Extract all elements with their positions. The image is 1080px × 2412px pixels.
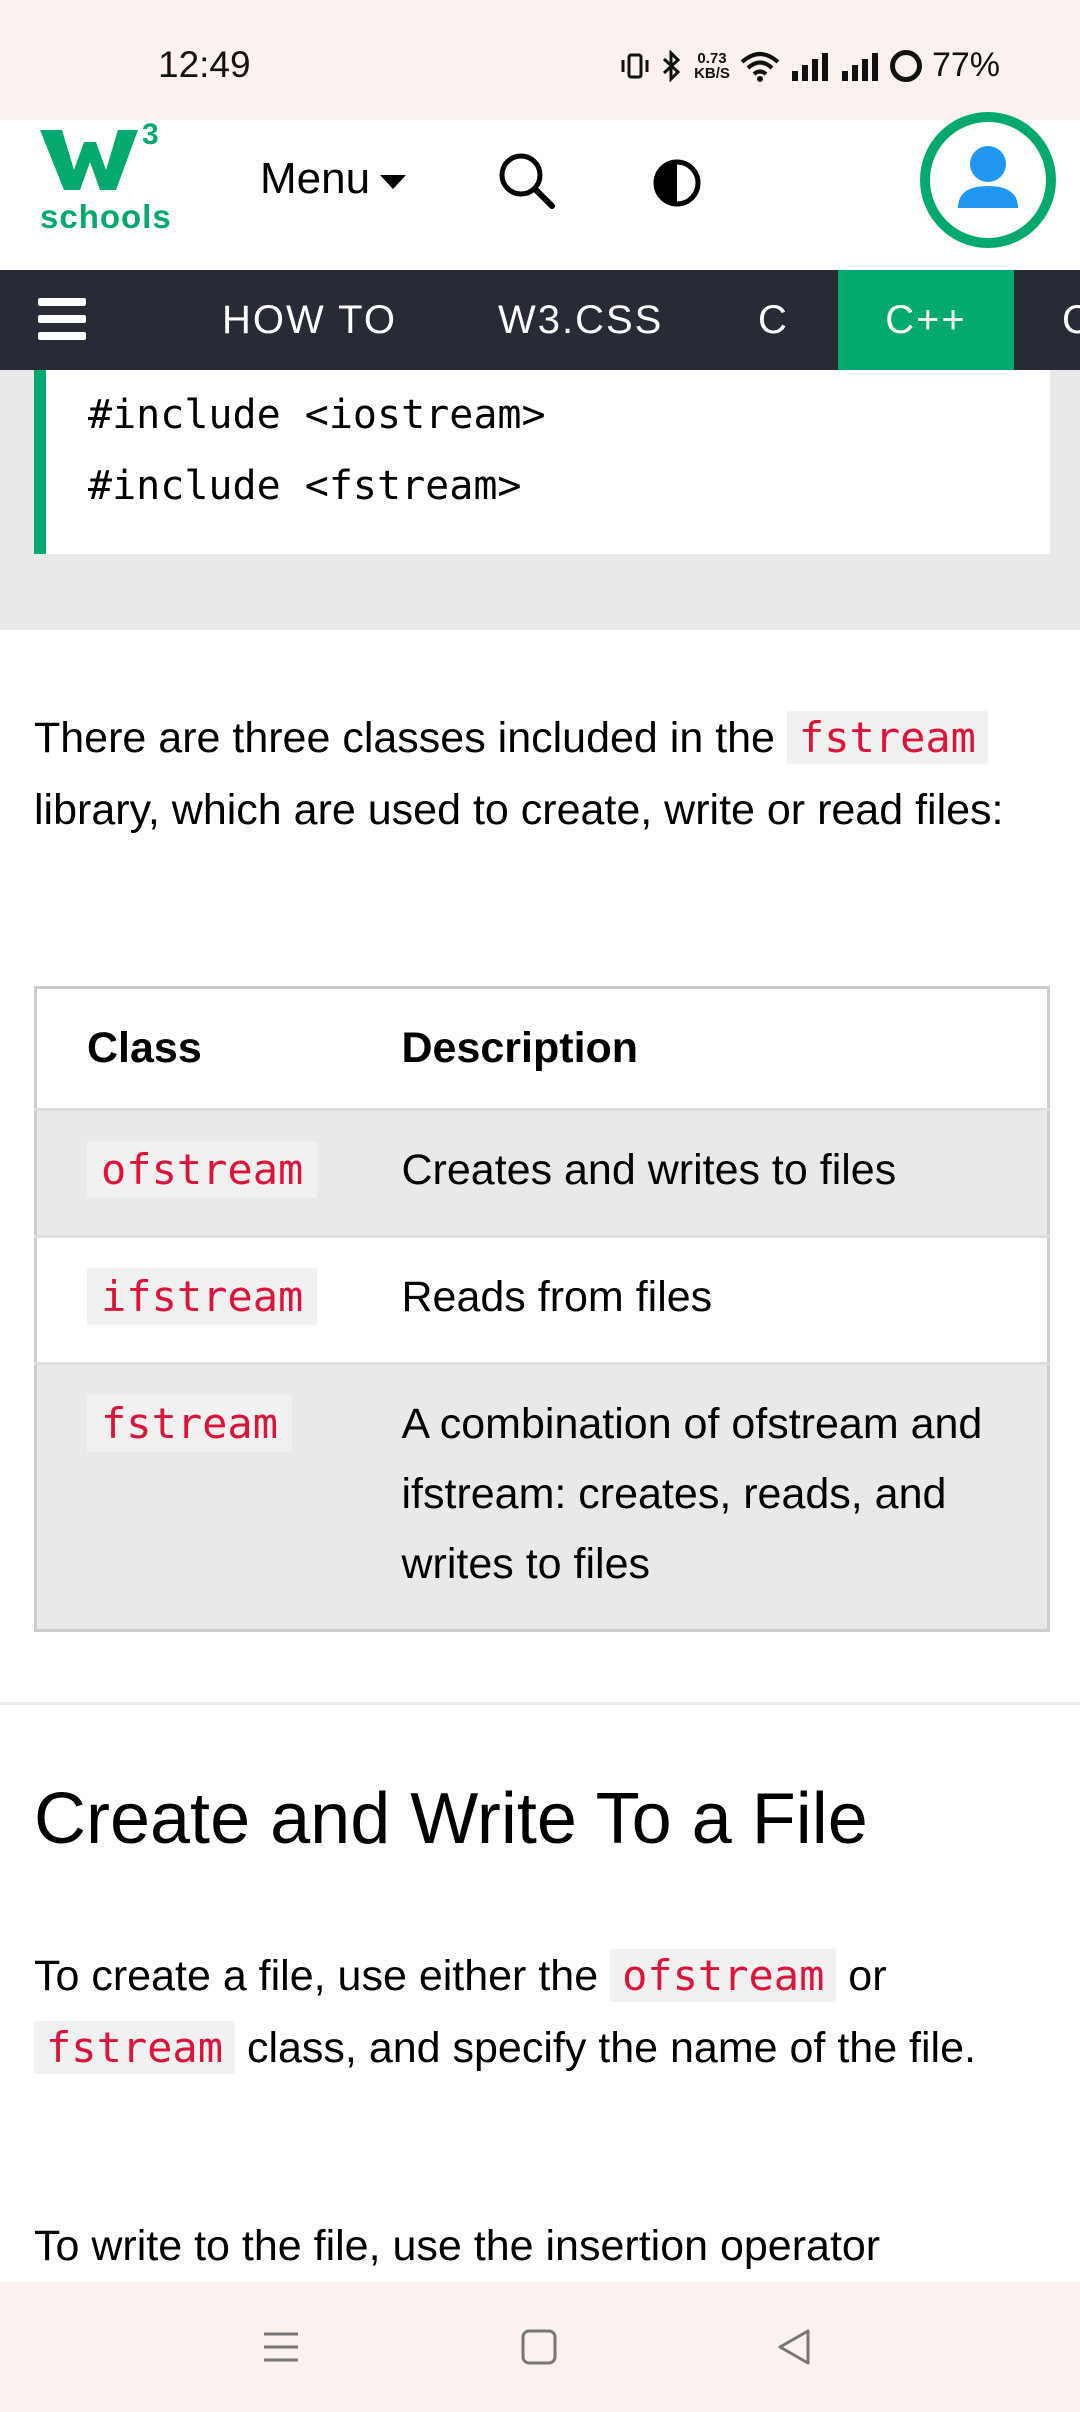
table-cell-class: fstream <box>35 1362 374 1631</box>
system-navigation-bar <box>0 2282 1080 2412</box>
topic-navbar: HOW TO W3.CSS C C++ C <box>0 270 1080 370</box>
menu-label: Menu <box>260 154 371 203</box>
table-cell-class: ofstream <box>35 1108 374 1237</box>
w3schools-logo[interactable]: 3 schools <box>38 118 171 240</box>
vibrate-icon <box>620 51 650 81</box>
table-header-description: Description <box>373 987 1049 1110</box>
caret-down-icon <box>380 175 407 189</box>
wifi-icon <box>740 50 780 82</box>
table-cell-class: ifstream <box>35 1235 374 1364</box>
back-triangle-icon <box>778 2329 810 2365</box>
logo-superscript: 3 <box>142 120 159 151</box>
table-header-row: Class Description <box>35 987 1049 1110</box>
para1-text-c: class, and specify the name of the file. <box>235 2024 976 2072</box>
inline-code-fstream: fstream <box>34 2021 236 2074</box>
fstream-classes-table: Class Description ofstream Creates and w… <box>34 986 1050 1632</box>
table-cell-description: Reads from files <box>373 1235 1049 1364</box>
table-row: ofstream Creates and writes to files <box>35 1108 1049 1237</box>
table-row: ifstream Reads from files <box>35 1235 1049 1364</box>
hamburger-menu-icon[interactable] <box>38 298 86 340</box>
section-heading: Create and Write To a File <box>34 1779 868 1859</box>
battery-level: 77% <box>931 46 1000 84</box>
inline-code-ofstream: ofstream <box>610 1949 837 2002</box>
inline-code-class: ifstream <box>87 1268 318 1325</box>
network-speed-value: 0.73 <box>697 49 727 67</box>
nav-item-c[interactable]: C <box>758 270 789 370</box>
status-time: 12:49 <box>158 44 251 85</box>
menu-button[interactable]: Menu <box>260 154 407 204</box>
intro-text-before: There are three classes included in the <box>34 714 787 762</box>
back-button[interactable] <box>770 2322 820 2372</box>
inline-code-class: ofstream <box>87 1141 318 1198</box>
nav-item-cpp[interactable]: C++ <box>838 270 1014 370</box>
table-row: fstream A combination of ofstream and if… <box>35 1362 1049 1631</box>
bluetooth-icon <box>660 49 684 82</box>
w3-logo-mark-icon: 3 <box>40 118 159 190</box>
code-line: #include <fstream> <box>88 463 522 509</box>
logo-text: schools <box>40 198 172 235</box>
menu-lines-icon <box>264 2332 298 2362</box>
nav-item-howto[interactable]: HOW TO <box>222 270 397 370</box>
contrast-toggle-button[interactable] <box>652 158 702 208</box>
nav-item-w3css[interactable]: W3.CSS <box>498 270 663 370</box>
para1-text-a: To create a file, use either the <box>34 1952 611 2000</box>
user-avatar-button[interactable] <box>920 112 1056 248</box>
inline-code-fstream: fstream <box>786 711 988 764</box>
intro-paragraph: There are three classes included in the … <box>34 702 1044 846</box>
network-speed-unit: KB/S <box>694 64 730 82</box>
inline-code-class: fstream <box>87 1395 293 1452</box>
network-speed: 0.73 KB/S <box>694 51 730 81</box>
table-cell-description: A combination of ofstream and ifstream: … <box>373 1362 1049 1631</box>
recent-apps-button[interactable] <box>256 2322 306 2372</box>
section-paragraph-1: To create a file, use either the ofstrea… <box>34 1940 1044 2084</box>
square-home-icon <box>521 2329 557 2365</box>
search-icon <box>499 153 555 209</box>
code-block: #include <iostream> #include <fstream> <box>34 370 1050 554</box>
status-bar: 12:49 0.73 KB/S 77% <box>0 0 1080 120</box>
section-paragraph-2: To write to the file, use the insertion … <box>34 2222 881 2270</box>
home-button[interactable] <box>514 2322 564 2372</box>
nav-item-next[interactable]: C <box>1062 270 1080 370</box>
signal-icon-1 <box>790 51 830 81</box>
signal-icon-2 <box>840 51 880 81</box>
para1-text-b: or <box>836 1952 887 2000</box>
table-cell-description: Creates and writes to files <box>373 1108 1049 1237</box>
intro-text-after: library, which are used to create, write… <box>34 786 1004 834</box>
code-line: #include <iostream> <box>88 392 546 438</box>
user-icon <box>958 146 1018 208</box>
battery-icon <box>889 49 922 82</box>
site-header: 3 schools Menu <box>0 112 1080 270</box>
table-header-class: Class <box>35 987 374 1110</box>
status-icons: 0.73 KB/S 77% <box>620 46 1000 85</box>
contrast-icon <box>653 159 701 207</box>
search-button[interactable] <box>496 150 558 212</box>
section-divider <box>0 1702 1080 1705</box>
